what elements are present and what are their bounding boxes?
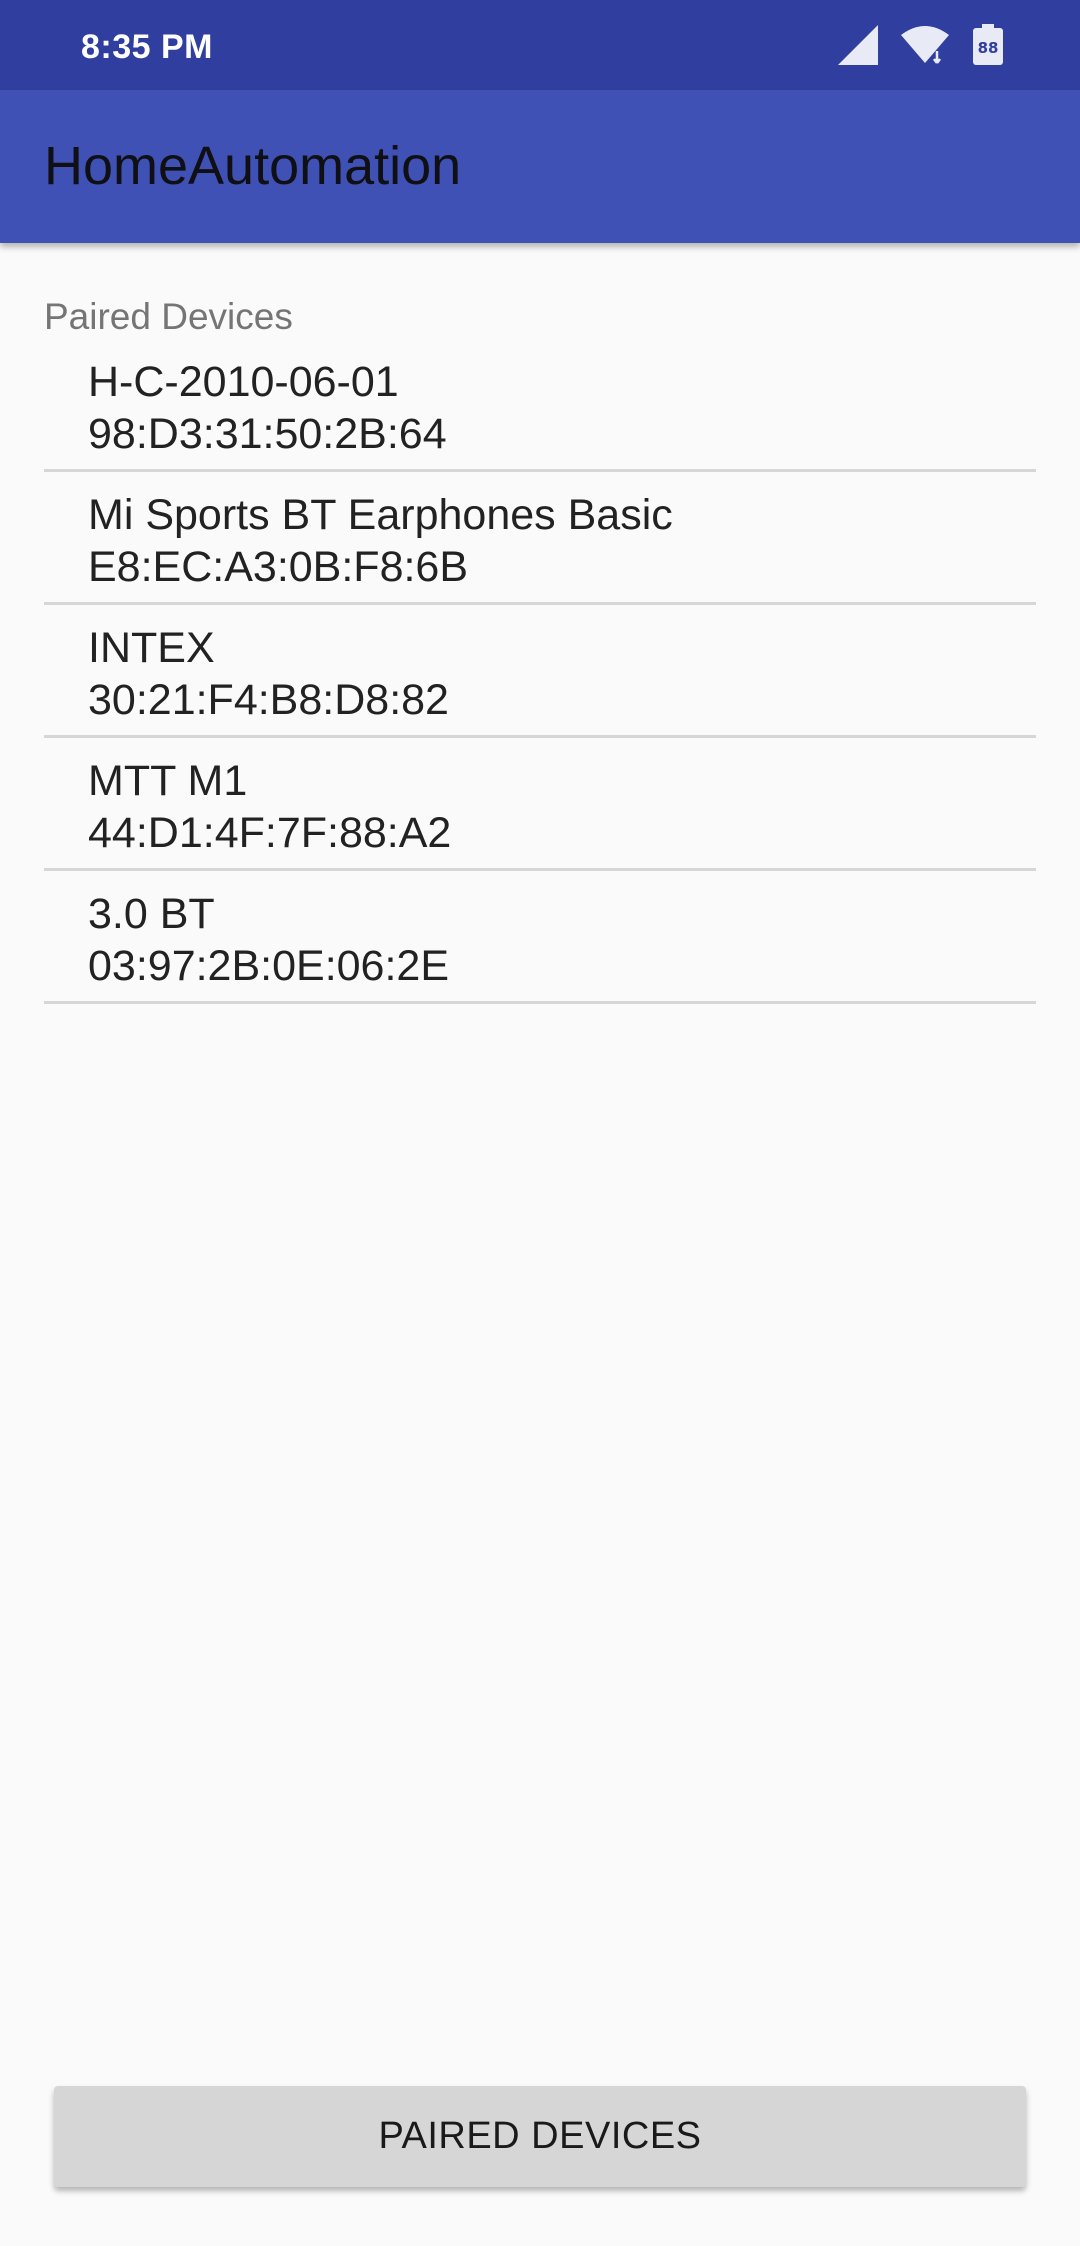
- battery-level: 88: [978, 39, 999, 57]
- paired-devices-button[interactable]: PAIRED DEVICES: [54, 2086, 1026, 2187]
- app-title: HomeAutomation: [44, 136, 462, 196]
- device-mac-address: E8:EC:A3:0B:F8:6B: [88, 543, 469, 591]
- device-mac-address: 44:D1:4F:7F:88:A2: [88, 809, 452, 857]
- device-list-item[interactable]: INTEX 30:21:F4:B8:D8:82: [44, 605, 1036, 738]
- status-icons: 88: [836, 24, 1004, 66]
- status-time: 8:35 PM: [81, 28, 213, 66]
- signal-icon: [836, 25, 878, 65]
- device-list-item[interactable]: MTT M1 44:D1:4F:7F:88:A2: [44, 738, 1036, 871]
- device-name: MTT M1: [88, 757, 248, 805]
- wifi-icon: [900, 25, 950, 65]
- device-list-item[interactable]: Mi Sports BT Earphones Basic E8:EC:A3:0B…: [44, 472, 1036, 605]
- device-name: 3.0 BT: [88, 890, 215, 938]
- section-label: Paired Devices: [44, 296, 293, 337]
- device-list-item[interactable]: 3.0 BT 03:97:2B:0E:06:2E: [44, 871, 1036, 1004]
- status-bar: 8:35 PM 88: [0, 0, 1080, 90]
- device-mac-address: 03:97:2B:0E:06:2E: [88, 942, 450, 990]
- device-mac-address: 98:D3:31:50:2B:64: [88, 410, 447, 458]
- device-name: Mi Sports BT Earphones Basic: [88, 491, 673, 539]
- device-name: H-C-2010-06-01: [88, 358, 399, 406]
- device-list-item[interactable]: H-C-2010-06-01 98:D3:31:50:2B:64: [44, 339, 1036, 472]
- app-bar: HomeAutomation: [0, 90, 1080, 243]
- device-name: INTEX: [88, 624, 215, 672]
- battery-icon: 88: [972, 24, 1004, 66]
- device-mac-address: 30:21:F4:B8:D8:82: [88, 676, 449, 724]
- device-list: H-C-2010-06-01 98:D3:31:50:2B:64 Mi Spor…: [44, 339, 1036, 1004]
